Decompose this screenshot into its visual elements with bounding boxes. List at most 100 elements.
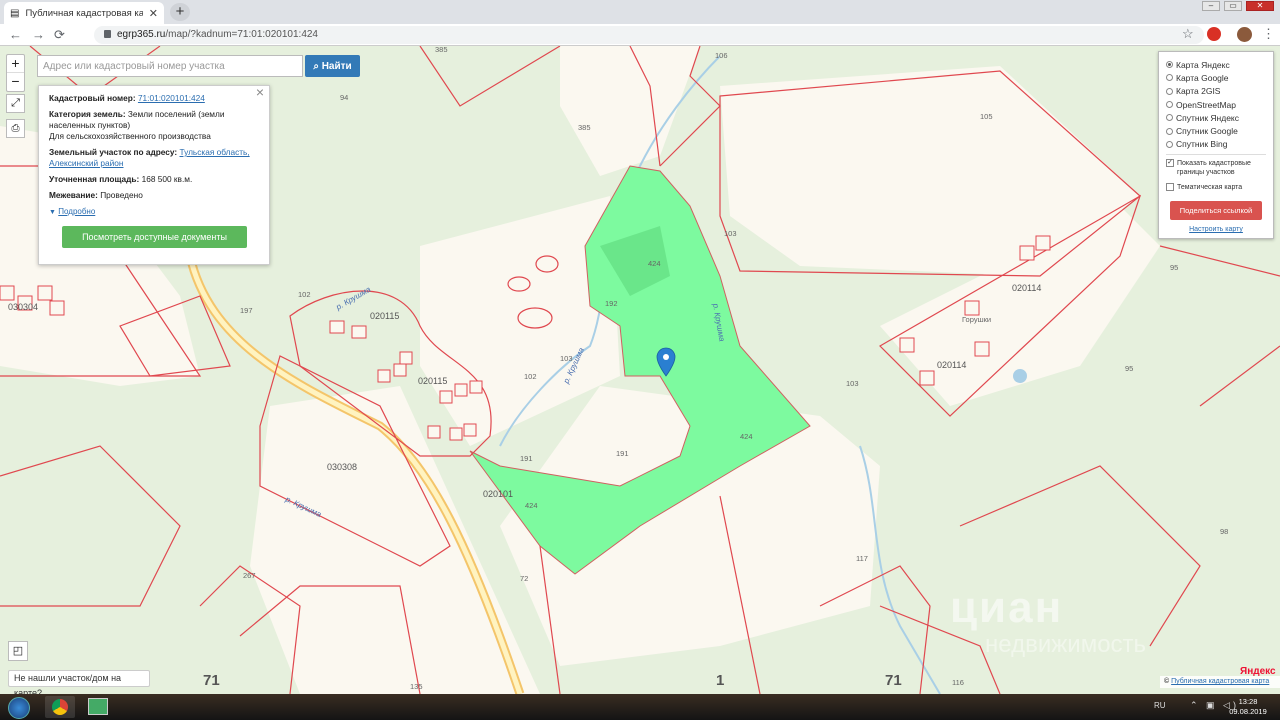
print-icon[interactable]: ⎙ <box>6 119 25 138</box>
reload-button[interactable]: ⟳ <box>54 27 65 43</box>
map-label: 197 <box>240 306 253 315</box>
radio-button[interactable] <box>1166 140 1173 148</box>
layer-option[interactable]: Карта 2GIS <box>1166 85 1266 98</box>
parcel-info-popup: × Кадастровый номер: 71:01:020101:424 Ка… <box>38 85 270 265</box>
minimize-button[interactable]: – <box>1202 1 1220 11</box>
layer-option[interactable]: Спутник Google <box>1166 124 1266 137</box>
tab-title: Публичная кадастровая карта Т <box>25 7 143 19</box>
quarter-label: 030308 <box>327 462 357 472</box>
map-label: 191 <box>520 454 533 463</box>
extension-icon[interactable] <box>1207 27 1221 41</box>
survey-label: Межевание: <box>49 190 98 200</box>
zoom-in-button[interactable]: + <box>7 55 24 73</box>
thematic-option[interactable]: Тематическая карта <box>1166 183 1266 192</box>
region-label: 71 <box>203 672 220 689</box>
app-taskbar-button[interactable] <box>88 698 108 715</box>
start-button[interactable] <box>8 697 30 719</box>
url-path: /map/?kadnum=71:01:020101:424 <box>165 29 318 40</box>
clock-date: 09.08.2019 <box>1229 707 1267 716</box>
map-label: 116 <box>952 678 964 687</box>
quarter-label: 030304 <box>8 302 38 312</box>
quarter-label: 020114 <box>937 360 966 370</box>
region-label: 71 <box>885 672 902 689</box>
language-indicator[interactable]: RU <box>1154 701 1166 710</box>
search-button[interactable]: ⌕ Найти <box>305 55 360 77</box>
layer-option[interactable]: Карта Яндекс <box>1166 58 1266 71</box>
radio-button[interactable] <box>1166 127 1173 135</box>
radio-button[interactable] <box>1166 101 1173 109</box>
quarter-label: 020114 <box>1012 283 1041 293</box>
thematic-checkbox[interactable] <box>1166 183 1174 192</box>
address-bar[interactable]: egrp365.ru/map/?kadnum=71:01:020101:424 <box>94 26 1204 44</box>
layer-option[interactable]: OpenStreetMap <box>1166 98 1266 111</box>
category-use: Для сельскохозяйственного производства <box>49 131 211 141</box>
map-label: 105 <box>980 112 993 121</box>
setup-map-link[interactable]: Настроить карту <box>1166 226 1266 233</box>
bookmark-star-icon[interactable]: ☆ <box>1182 26 1194 42</box>
radio-button[interactable] <box>1166 87 1173 95</box>
map-label: 191 <box>616 449 629 458</box>
show-borders-checkbox[interactable]: ✓ <box>1166 159 1174 168</box>
search-input[interactable] <box>37 55 303 77</box>
close-icon[interactable]: × <box>256 85 264 99</box>
pond <box>1013 369 1027 383</box>
back-button[interactable]: ← <box>9 27 22 42</box>
layer-option[interactable]: Спутник Яндекс <box>1166 111 1266 124</box>
windows-taskbar: RU ⌃ ▣ ◁) 13:28 09.08.2019 <box>0 694 1280 720</box>
cadnum-link[interactable]: 71:01:020101:424 <box>138 93 205 103</box>
select-area-icon[interactable]: ◰ <box>8 641 28 661</box>
layer-options: Карта Яндекс Карта Google Карта 2GIS OpenSt… <box>1166 58 1266 151</box>
radio-button[interactable] <box>1166 114 1173 122</box>
browser-toolbar: ← → ⟳ egrp365.ru/map/?kadnum=71:01:02010… <box>0 24 1280 46</box>
clock[interactable]: 13:28 09.08.2019 <box>1226 697 1270 717</box>
layer-option[interactable]: Карта Google <box>1166 71 1266 84</box>
browser-menu-icon[interactable]: ⋮ <box>1262 26 1275 42</box>
share-link-button[interactable]: Поделиться ссылкой <box>1170 201 1262 221</box>
public-map-attribution: © Публичная кадастровая карта <box>1160 676 1280 688</box>
show-borders-option[interactable]: ✓ Показать кадастровые границы участков <box>1166 159 1266 177</box>
radio-button[interactable] <box>1166 74 1173 82</box>
watermark-text: циан <box>950 583 1064 632</box>
map-label: 102 <box>298 290 311 299</box>
quarter-label: 020101 <box>483 489 513 499</box>
search-button-label: Найти <box>321 60 352 72</box>
map-label: Горушки <box>962 315 991 324</box>
survey-value: Проведено <box>100 190 143 200</box>
cadastral-map[interactable]: 385 385 94 105 103 95 95 Горушки 197 102… <box>0 46 1280 694</box>
profile-avatar[interactable] <box>1237 27 1252 42</box>
window-controls: – ▭ ✕ <box>1202 1 1274 11</box>
layer-option-label: Карта Яндекс <box>1176 59 1230 70</box>
copyright-sign: © <box>1164 678 1170 685</box>
map-label: 72 <box>520 574 528 583</box>
not-found-link[interactable]: Не нашли участок/дом на карте? <box>8 670 150 694</box>
maximize-button[interactable]: ▭ <box>1224 1 1242 11</box>
forward-button[interactable]: → <box>32 27 45 42</box>
map-label: 106 <box>715 51 728 60</box>
clock-time: 13:28 <box>1238 697 1258 706</box>
public-map-link[interactable]: Публичная кадастровая карта <box>1171 678 1269 685</box>
new-tab-button[interactable]: + <box>170 3 190 21</box>
chrome-taskbar-button[interactable] <box>45 696 75 718</box>
view-documents-button[interactable]: Посмотреть доступные документы <box>62 226 247 248</box>
cadnum-label: Кадастровый номер: <box>49 93 136 103</box>
search-icon: ⌕ <box>313 60 319 72</box>
more-details-link[interactable]: Подробно <box>58 207 95 216</box>
close-window-button[interactable]: ✕ <box>1246 1 1274 11</box>
map-label: 98 <box>1220 527 1228 536</box>
chrome-icon <box>52 699 68 715</box>
fullscreen-icon[interactable]: ⤢ <box>6 94 25 113</box>
layer-option[interactable]: Спутник Bing <box>1166 138 1266 151</box>
map-label: 135 <box>410 682 423 691</box>
field-area <box>560 46 700 176</box>
layer-option-label: Карта 2GIS <box>1176 86 1221 97</box>
page-doc-icon: ▤ <box>10 7 20 19</box>
layer-option-label: Спутник Яндекс <box>1176 112 1239 123</box>
radio-button[interactable] <box>1166 61 1173 69</box>
map-label: 95 <box>1125 364 1133 373</box>
marker-dot <box>663 354 669 360</box>
tab-close-icon[interactable]: ✕ <box>149 7 158 20</box>
zoom-out-button[interactable]: − <box>7 73 24 91</box>
map-label: 103 <box>846 379 859 388</box>
map-label: 385 <box>435 46 448 54</box>
browser-tab[interactable]: ▤ Публичная кадастровая карта Т ✕ <box>4 2 164 24</box>
